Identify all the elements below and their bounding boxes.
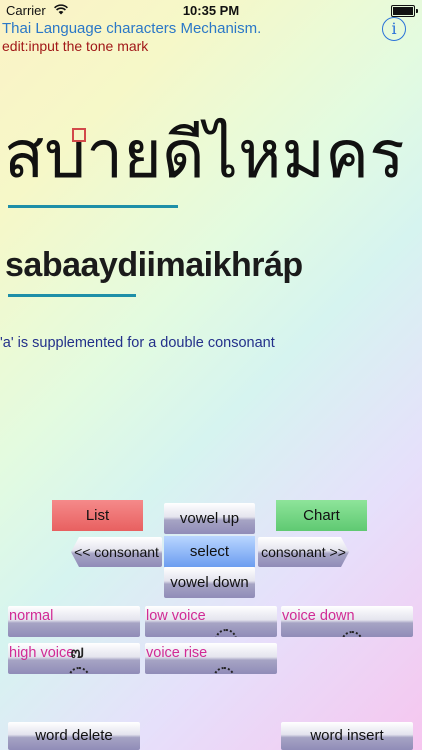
clock: 10:35 PM xyxy=(182,3,240,18)
consonant-prev-button[interactable]: << consonant xyxy=(71,537,162,567)
app-title: Thai Language characters Mechanism. xyxy=(2,20,262,37)
status-bar: Carrier 10:35 PM xyxy=(0,0,422,20)
romanized-word-underline xyxy=(8,294,136,297)
tone-mark-glyph: ๗ xyxy=(70,643,85,663)
vowel-down-button[interactable]: vowel down xyxy=(164,567,255,598)
battery-icon xyxy=(391,5,418,17)
thai-word-underline xyxy=(8,205,178,208)
tone-label: low voice xyxy=(146,608,206,624)
select-button[interactable]: select xyxy=(164,536,255,567)
dotted-circle-icon xyxy=(68,667,90,674)
tone-normal-button[interactable]: normal xyxy=(8,606,140,637)
word-insert-button[interactable]: word insert xyxy=(281,722,413,750)
tone-label: high voice xyxy=(9,645,75,661)
thai-word-display: สบายดีไหมคร xyxy=(4,116,405,193)
edit-cursor-box xyxy=(72,128,86,142)
tone-down-button[interactable]: voice down ้ xyxy=(281,606,413,637)
tone-label: voice down xyxy=(282,608,355,624)
word-delete-button[interactable]: word delete xyxy=(8,722,140,750)
dotted-circle-icon xyxy=(213,667,235,674)
list-button[interactable]: List xyxy=(52,500,143,531)
vowel-up-button[interactable]: vowel up xyxy=(164,503,255,534)
dotted-circle-icon xyxy=(341,631,363,637)
tone-high-button[interactable]: high voice ๗ xyxy=(8,643,140,674)
romanized-word-display: sabaaydiimaikhráp xyxy=(5,246,303,284)
tone-rise-button[interactable]: voice rise ๋ xyxy=(145,643,277,674)
tone-label: voice rise xyxy=(146,645,208,661)
tone-label: normal xyxy=(9,608,54,624)
info-button[interactable]: i xyxy=(382,17,406,41)
edit-mode-label: edit:input the tone mark xyxy=(2,38,149,54)
consonant-next-button[interactable]: consonant >> xyxy=(258,537,349,567)
hint-note: 'a' is supplemented for a double consona… xyxy=(0,335,275,351)
dotted-circle-icon xyxy=(215,629,237,637)
tone-low-button[interactable]: low voice ่ xyxy=(145,606,277,637)
chart-button[interactable]: Chart xyxy=(276,500,367,531)
